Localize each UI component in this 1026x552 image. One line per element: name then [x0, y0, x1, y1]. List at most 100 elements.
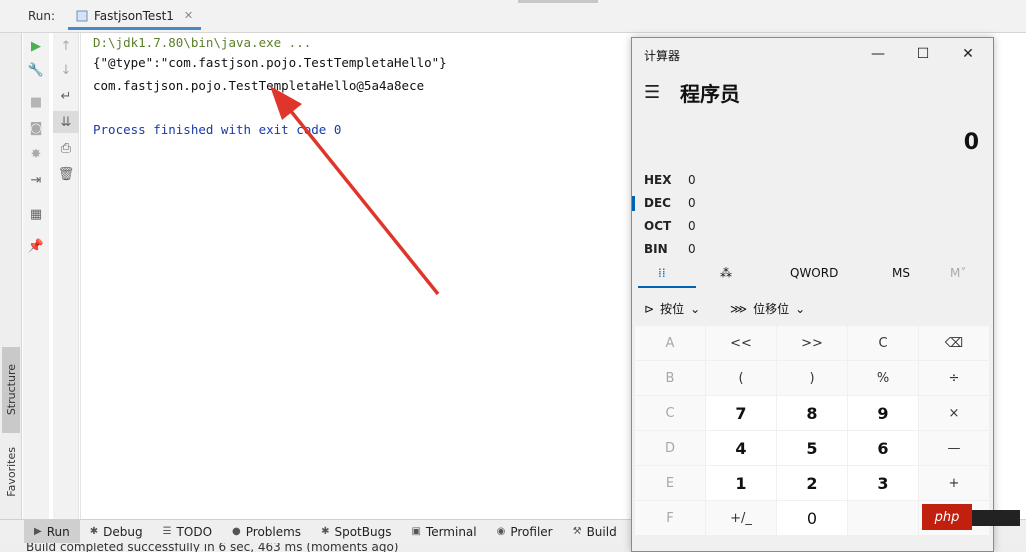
- bottom-tab-debug[interactable]: ✱ Debug: [80, 520, 153, 544]
- tab-label: FastjsonTest1: [94, 8, 174, 23]
- key-hex-b[interactable]: B: [635, 361, 705, 395]
- bottom-tab-spotbugs[interactable]: ✱ SpotBugs: [311, 520, 401, 544]
- header-divider: [518, 0, 598, 3]
- stop-icon[interactable]: ■: [23, 91, 49, 113]
- terminal-icon: ▣: [411, 526, 421, 537]
- bottom-tab-run[interactable]: ▶ Run: [24, 519, 80, 544]
- key-hex-d[interactable]: D: [635, 431, 705, 465]
- key-divide[interactable]: ÷: [919, 361, 989, 395]
- radix-bin[interactable]: BIN 0: [632, 239, 732, 261]
- up-arrow-icon[interactable]: ↑: [53, 35, 79, 57]
- key-plus[interactable]: +: [919, 466, 989, 500]
- key-percent[interactable]: %: [848, 361, 918, 395]
- spotbugs-icon: ✱: [321, 526, 330, 537]
- key-3[interactable]: 3: [848, 466, 918, 500]
- run-header: Run: FastjsonTest1 ✕: [0, 0, 1026, 33]
- key-hex-f[interactable]: F: [635, 501, 705, 535]
- key-hex-a[interactable]: A: [635, 326, 705, 360]
- key-1[interactable]: 1: [706, 466, 776, 500]
- status-text: Build completed successfully in 6 sec, 4…: [26, 543, 399, 552]
- chevron-down-icon: ⌄: [690, 301, 701, 316]
- trash-icon[interactable]: 🗑: [53, 163, 79, 185]
- radix-dec[interactable]: DEC 0: [632, 193, 732, 215]
- run-toolbar-primary: ▶ 🔧 ■ ◙ ✸ ⇥ ▦ 📌: [23, 33, 49, 519]
- favorites-tab[interactable]: Favorites: [2, 437, 20, 507]
- soft-wrap-icon[interactable]: ↵: [53, 85, 79, 107]
- calculator-title: 计算器: [644, 49, 681, 63]
- run-toolbar-secondary: ↑ ↓ ↵ ⇊ ⎙ 🗑: [53, 33, 79, 519]
- key-9[interactable]: 9: [848, 396, 918, 430]
- chevron-down-icon: ⌄: [795, 301, 806, 316]
- structure-tab[interactable]: Structure: [2, 347, 20, 433]
- key-5[interactable]: 5: [777, 431, 847, 465]
- bottom-tab-build[interactable]: ⚒ Build: [563, 520, 627, 544]
- run-icon: ▶: [34, 526, 42, 537]
- pin-icon[interactable]: 📌: [23, 235, 49, 257]
- run-label: Run:: [28, 9, 56, 23]
- key-decimal[interactable]: [848, 501, 918, 535]
- rerun-icon[interactable]: ▶: [23, 35, 49, 57]
- key-7[interactable]: 7: [706, 396, 776, 430]
- key-hex-c[interactable]: C: [635, 396, 705, 430]
- memory-recall-button[interactable]: M˅: [950, 266, 966, 280]
- console-line-object: com.fastjson.pojo.TestTempletaHello@5a4a…: [93, 78, 425, 93]
- bit-ops-row: ⊳ 按位 ⌄ ⋙ 位移位 ⌄: [632, 296, 995, 320]
- shift-icon: ⋙: [730, 301, 748, 316]
- key-2[interactable]: 2: [777, 466, 847, 500]
- import-icon[interactable]: ⇥: [23, 169, 49, 191]
- layout-icon[interactable]: ▦: [23, 203, 49, 225]
- key-open-paren[interactable]: (: [706, 361, 776, 395]
- key-6[interactable]: 6: [848, 431, 918, 465]
- qword-button[interactable]: QWORD: [790, 266, 838, 280]
- print-icon[interactable]: ⎙: [53, 137, 79, 159]
- tab-underline: [638, 286, 696, 288]
- minimize-icon[interactable]: —: [860, 42, 896, 66]
- key-negate[interactable]: +/_: [706, 501, 776, 535]
- key-0[interactable]: 0: [777, 501, 847, 535]
- camera-icon[interactable]: ◙: [23, 117, 49, 139]
- key-clear[interactable]: C: [848, 326, 918, 360]
- console-line-command: D:\jdk1.7.80\bin\java.exe ...: [93, 35, 312, 50]
- key-8[interactable]: 8: [777, 396, 847, 430]
- calculator-mode: 程序员: [680, 82, 740, 106]
- list-icon: ☰: [162, 526, 172, 537]
- key-hex-e[interactable]: E: [635, 466, 705, 500]
- console-line-exit: Process finished with exit code 0: [93, 122, 342, 137]
- key-close-paren[interactable]: ): [777, 361, 847, 395]
- bitshift-dropdown[interactable]: ⋙ 位移位 ⌄: [730, 300, 805, 317]
- maximize-icon[interactable]: ☐: [905, 42, 941, 66]
- console-line-json: {"@type":"com.fastjson.pojo.TestTempleta…: [93, 55, 447, 70]
- radix-hex[interactable]: HEX 0: [632, 170, 732, 192]
- scroll-to-end-icon[interactable]: ⇊: [53, 111, 79, 133]
- wrench-icon[interactable]: 🔧: [23, 59, 49, 81]
- bit-toggle-icon[interactable]: ⁂: [720, 266, 732, 280]
- bug-icon: ✱: [89, 526, 99, 537]
- key-multiply[interactable]: ×: [919, 396, 989, 430]
- calculator-display: 0: [963, 130, 979, 155]
- key-shift-right[interactable]: >>: [777, 326, 847, 360]
- bottom-tab-profiler[interactable]: ◉ Profiler: [487, 520, 563, 544]
- info-icon: ●: [232, 526, 241, 537]
- close-icon[interactable]: ✕: [950, 42, 986, 66]
- left-tool-strip: Structure Favorites: [0, 33, 22, 519]
- bottom-tab-todo[interactable]: ☰ TODO: [153, 520, 222, 544]
- bottom-tab-problems[interactable]: ● Problems: [222, 520, 311, 544]
- memory-store-button[interactable]: MS: [892, 266, 910, 280]
- hamburger-menu-icon[interactable]: ☰: [644, 82, 660, 103]
- close-icon[interactable]: ✕: [184, 9, 193, 22]
- settings-icon[interactable]: ✸: [23, 143, 49, 165]
- tab-fastjsontest1[interactable]: FastjsonTest1 ✕: [68, 4, 202, 30]
- down-arrow-icon[interactable]: ↓: [53, 59, 79, 81]
- radix-oct[interactable]: OCT 0: [632, 216, 732, 238]
- watermark-bar: [972, 510, 1020, 526]
- key-shift-left[interactable]: <<: [706, 326, 776, 360]
- key-4[interactable]: 4: [706, 431, 776, 465]
- gate-icon: ⊳: [644, 301, 655, 316]
- keypad-icon[interactable]: ⁞⁞: [658, 266, 666, 280]
- profiler-icon: ◉: [496, 526, 506, 537]
- bottom-tab-terminal[interactable]: ▣ Terminal: [401, 520, 486, 544]
- key-backspace[interactable]: ⌫: [919, 326, 989, 360]
- key-minus[interactable]: —: [919, 431, 989, 465]
- hammer-icon: ⚒: [572, 526, 582, 537]
- bitwise-dropdown[interactable]: ⊳ 按位 ⌄: [644, 300, 700, 317]
